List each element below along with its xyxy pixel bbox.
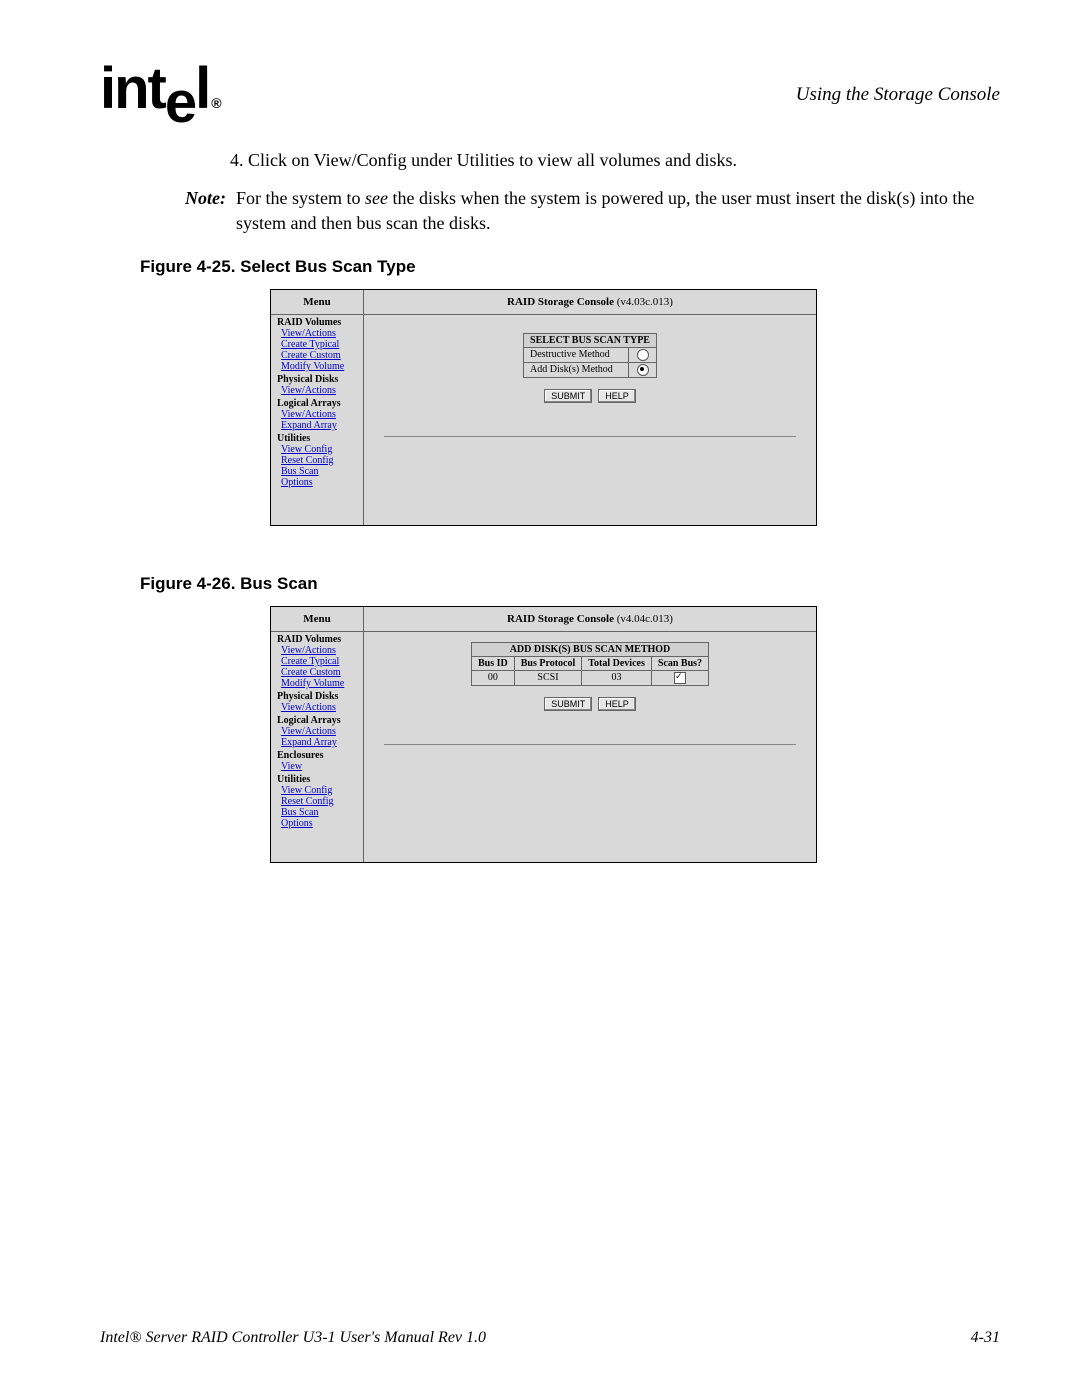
submit-button[interactable]: SUBMIT <box>544 697 592 711</box>
scan-bus-checkbox[interactable] <box>674 672 686 684</box>
section-title: Using the Storage Console <box>796 84 1000 106</box>
select-bus-scan-table: SELECT BUS SCAN TYPE Destructive Method … <box>523 333 657 378</box>
menu-options[interactable]: Options <box>271 477 363 488</box>
scan-type-title: SELECT BUS SCAN TYPE <box>524 333 657 347</box>
col-bus-id: Bus ID <box>471 656 514 670</box>
menu-section-raid-volumes: RAID Volumes <box>271 632 363 645</box>
col-bus-protocol: Bus Protocol <box>514 656 582 670</box>
val-bus-id: 00 <box>471 670 514 685</box>
figure-26-caption: Figure 4-26. Bus Scan <box>140 574 1000 594</box>
scan-method-title: ADD DISK(S) BUS SCAN METHOD <box>471 642 708 656</box>
menu-section-logical-arrays: Logical Arrays <box>271 396 363 409</box>
menu-section-logical-arrays: Logical Arrays <box>271 713 363 726</box>
menu-create-custom[interactable]: Create Custom <box>271 350 363 361</box>
help-button[interactable]: HELP <box>598 389 636 403</box>
menu-expand-array[interactable]: Expand Array <box>271 420 363 431</box>
note-label: Note: <box>170 186 226 235</box>
menu-view-actions-2[interactable]: View/Actions <box>271 385 363 396</box>
menu-section-physical-disks: Physical Disks <box>271 689 363 702</box>
submit-button[interactable]: SUBMIT <box>544 389 592 403</box>
menu-section-utilities: Utilities <box>271 772 363 785</box>
add-disks-scan-table: ADD DISK(S) BUS SCAN METHOD Bus ID Bus P… <box>471 642 709 686</box>
menu-section-physical-disks: Physical Disks <box>271 372 363 385</box>
figure-26-screenshot: Menu RAID Volumes View/Actions Create Ty… <box>270 606 817 863</box>
divider <box>384 744 796 745</box>
col-total-devices: Total Devices <box>582 656 652 670</box>
menu-view-actions[interactable]: View/Actions <box>271 328 363 339</box>
menu-section-enclosures: Enclosures <box>271 748 363 761</box>
console-title: RAID Storage Console (v4.04c.013) <box>364 607 816 632</box>
divider <box>384 436 796 437</box>
menu-create-custom[interactable]: Create Custom <box>271 667 363 678</box>
menu-view-config[interactable]: View Config <box>271 444 363 455</box>
menu-view-actions-2[interactable]: View/Actions <box>271 702 363 713</box>
menu-modify-volume[interactable]: Modify Volume <box>271 361 363 372</box>
menu-section-raid-volumes: RAID Volumes <box>271 315 363 328</box>
menu-options[interactable]: Options <box>271 818 363 829</box>
menu-bus-scan[interactable]: Bus Scan <box>271 807 363 818</box>
menu-expand-array[interactable]: Expand Array <box>271 737 363 748</box>
menu-modify-volume[interactable]: Modify Volume <box>271 678 363 689</box>
val-bus-protocol: SCSI <box>514 670 582 685</box>
menu-view-actions-3[interactable]: View/Actions <box>271 409 363 420</box>
menu-view-actions[interactable]: View/Actions <box>271 645 363 656</box>
val-total-devices: 03 <box>582 670 652 685</box>
menu-bus-scan[interactable]: Bus Scan <box>271 466 363 477</box>
add-disks-method-label: Add Disk(s) Method <box>524 362 629 377</box>
col-scan-bus: Scan Bus? <box>651 656 708 670</box>
figure-25-caption: Figure 4-25. Select Bus Scan Type <box>140 257 1000 277</box>
menu-header: Menu <box>271 290 363 315</box>
add-disks-method-radio[interactable] <box>637 364 649 376</box>
menu-section-utilities: Utilities <box>271 431 363 444</box>
menu-reset-config[interactable]: Reset Config <box>271 796 363 807</box>
destructive-method-radio[interactable] <box>637 349 649 361</box>
footer-left: Intel® Server RAID Controller U3-1 User'… <box>100 1329 486 1347</box>
figure-25-screenshot: Menu RAID Volumes View/Actions Create Ty… <box>270 289 817 526</box>
console-title: RAID Storage Console (v4.03c.013) <box>364 290 816 315</box>
footer-page: 4-31 <box>971 1329 1000 1347</box>
destructive-method-label: Destructive Method <box>524 347 629 362</box>
menu-view-config[interactable]: View Config <box>271 785 363 796</box>
help-button[interactable]: HELP <box>598 697 636 711</box>
menu-create-typical[interactable]: Create Typical <box>271 656 363 667</box>
step-4-text: 4. Click on View/Config under Utilities … <box>230 148 1000 172</box>
menu-view-actions-3[interactable]: View/Actions <box>271 726 363 737</box>
menu-reset-config[interactable]: Reset Config <box>271 455 363 466</box>
intel-logo: intel® <box>100 60 220 118</box>
note-body: For the system to see the disks when the… <box>236 186 1000 235</box>
menu-enclosures-view[interactable]: View <box>271 761 363 772</box>
menu-header: Menu <box>271 607 363 632</box>
menu-create-typical[interactable]: Create Typical <box>271 339 363 350</box>
